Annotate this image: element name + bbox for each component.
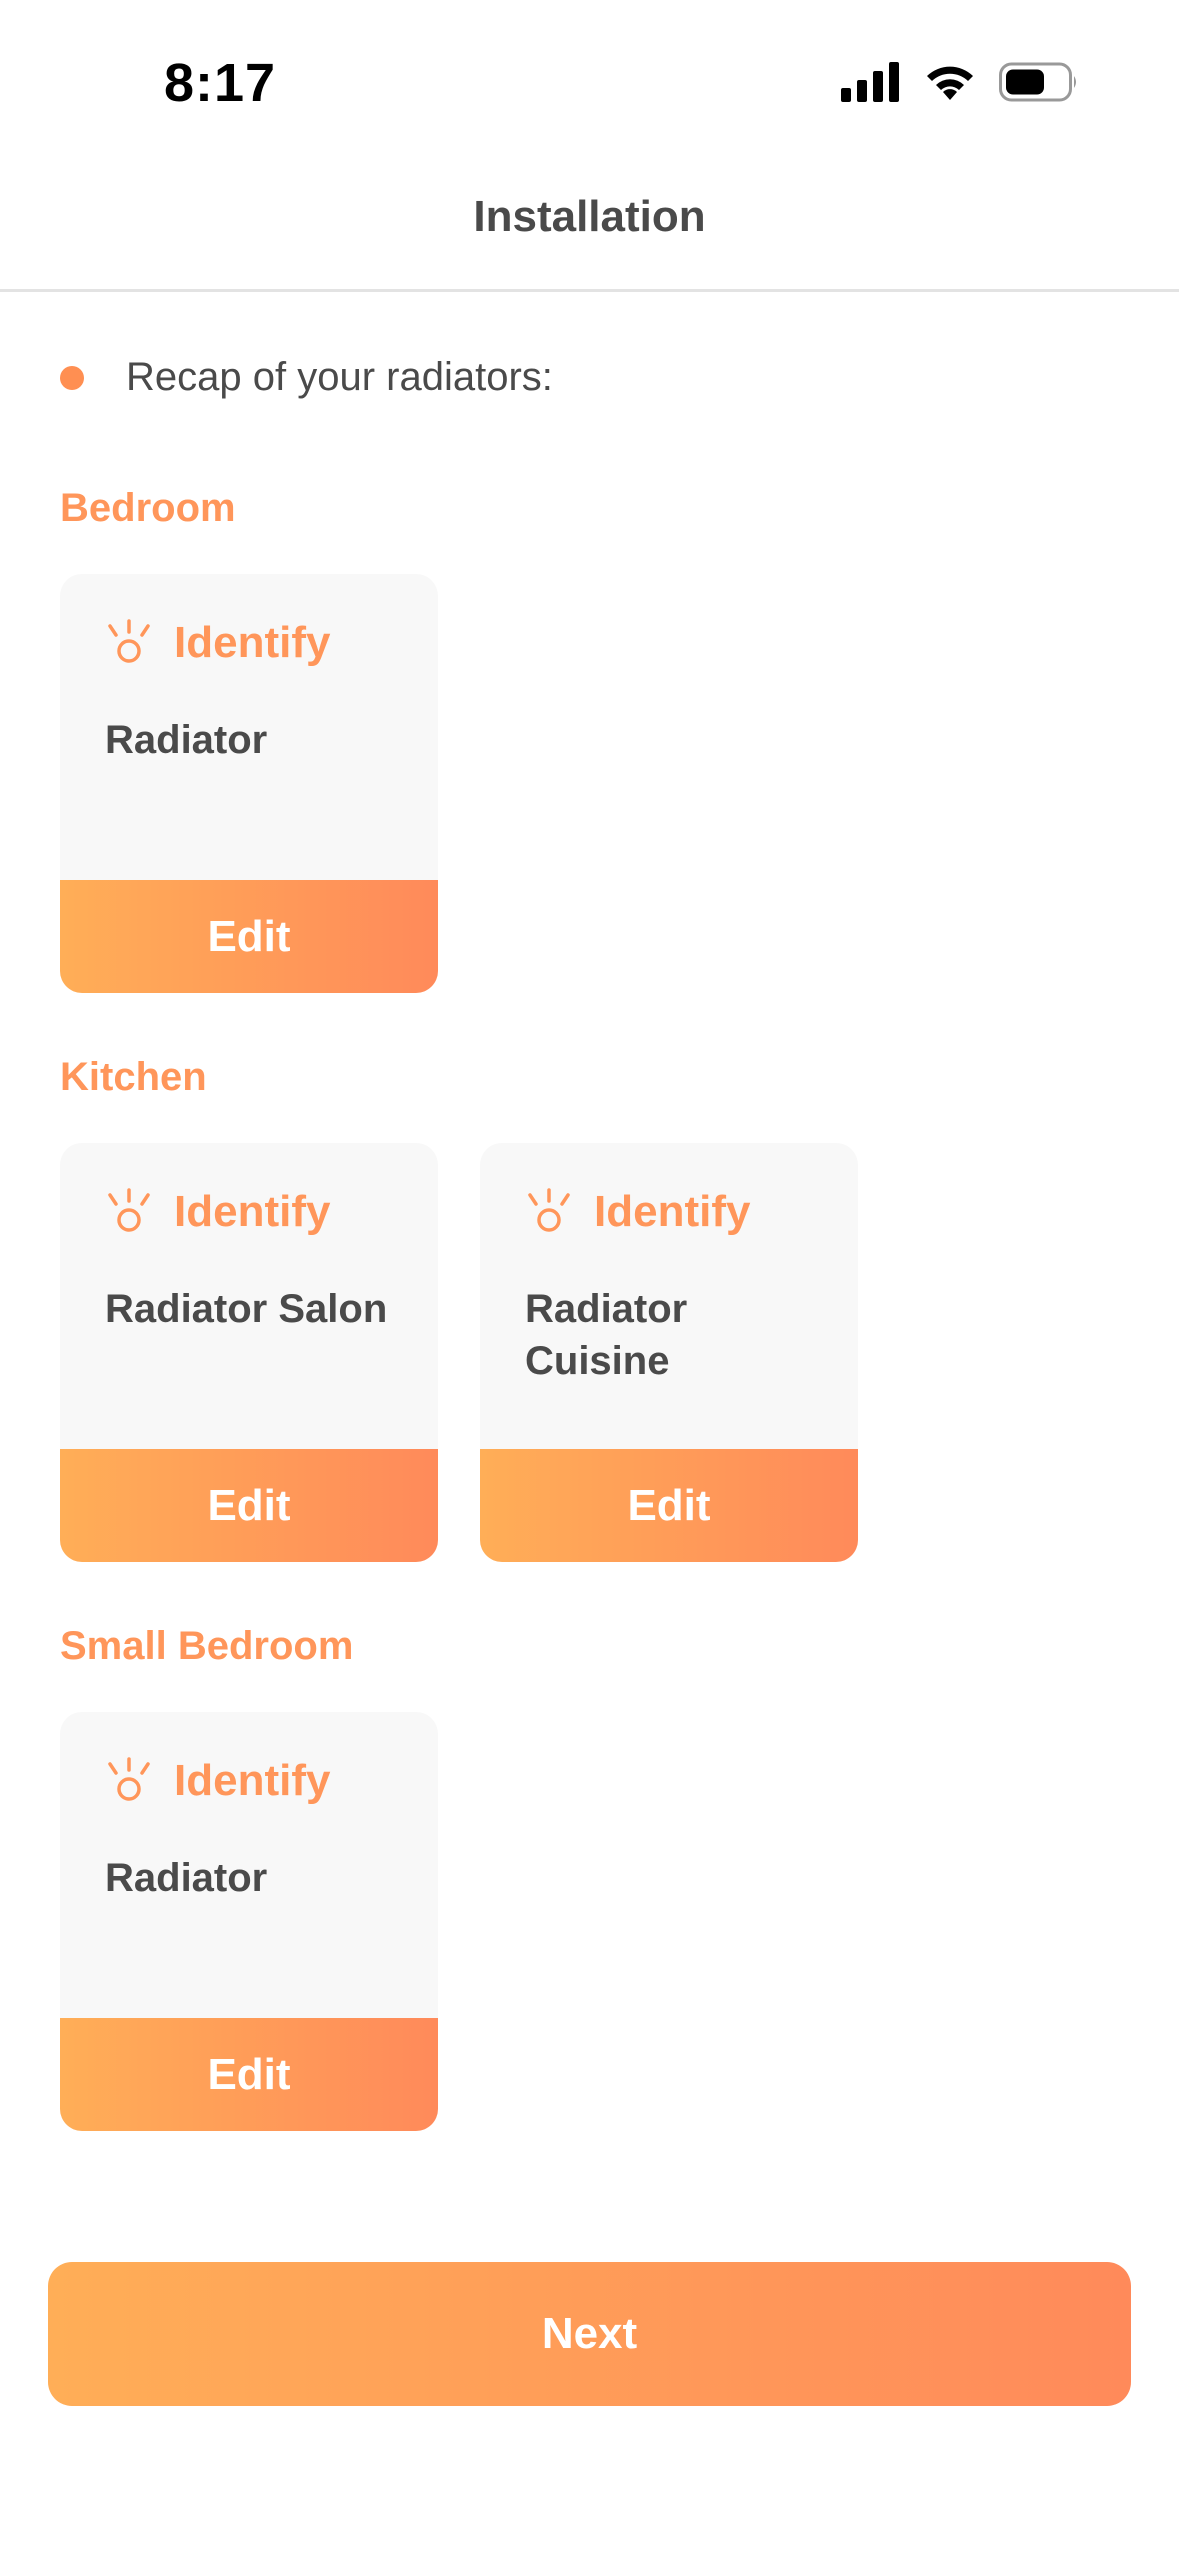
identify-label: Identify bbox=[174, 1756, 331, 1805]
radiator-name: Radiator Cuisine bbox=[525, 1287, 688, 1383]
edit-button[interactable]: Edit bbox=[60, 2018, 438, 2131]
status-time: 8:17 bbox=[164, 53, 277, 113]
edit-button[interactable]: Edit bbox=[60, 1449, 438, 1562]
status-bar: 8:17 bbox=[0, 0, 1179, 150]
cellular-signal-icon bbox=[841, 62, 901, 107]
battery-icon bbox=[999, 62, 1079, 107]
identify-label: Identify bbox=[174, 618, 331, 667]
radiator-name: Radiator bbox=[105, 718, 268, 762]
next-button[interactable]: Next bbox=[48, 2262, 1131, 2406]
header: Installation bbox=[0, 150, 1179, 292]
identify-button[interactable]: Identify bbox=[104, 1756, 330, 1806]
recap: Recap of your radiators: bbox=[60, 355, 553, 400]
identify-button[interactable]: Identify bbox=[104, 1187, 330, 1237]
room-title-kitchen: Kitchen bbox=[60, 1055, 207, 1099]
radiator-card: Identify Radiator Edit bbox=[60, 1712, 438, 2131]
radiator-name: Radiator Salon bbox=[105, 1287, 388, 1331]
light-bulb-icon bbox=[108, 1757, 150, 1801]
edit-button[interactable]: Edit bbox=[480, 1449, 858, 1562]
radiator-card: Identify Radiator Edit bbox=[60, 574, 438, 993]
room-title-bedroom: Bedroom bbox=[60, 486, 236, 530]
radiator-card: Identify Radiator Cuisine Edit bbox=[480, 1143, 858, 1562]
room-title-small-bedroom: Small Bedroom bbox=[60, 1624, 354, 1668]
light-bulb-icon bbox=[108, 1188, 150, 1232]
bullet-dot-icon bbox=[60, 365, 84, 390]
radiator-name: Radiator bbox=[105, 1856, 268, 1900]
status-icons bbox=[841, 62, 1079, 107]
recap-text: Recap of your radiators: bbox=[126, 355, 553, 399]
wifi-icon bbox=[923, 62, 977, 107]
light-bulb-icon bbox=[528, 1188, 570, 1232]
identify-button[interactable]: Identify bbox=[104, 618, 330, 668]
radiator-card: Identify Radiator Salon Edit bbox=[60, 1143, 438, 1562]
identify-label: Identify bbox=[594, 1187, 751, 1236]
identify-button[interactable]: Identify bbox=[524, 1187, 750, 1237]
identify-label: Identify bbox=[174, 1187, 331, 1236]
light-bulb-icon bbox=[108, 619, 150, 663]
edit-button[interactable]: Edit bbox=[60, 880, 438, 993]
page-title: Installation bbox=[473, 191, 706, 241]
